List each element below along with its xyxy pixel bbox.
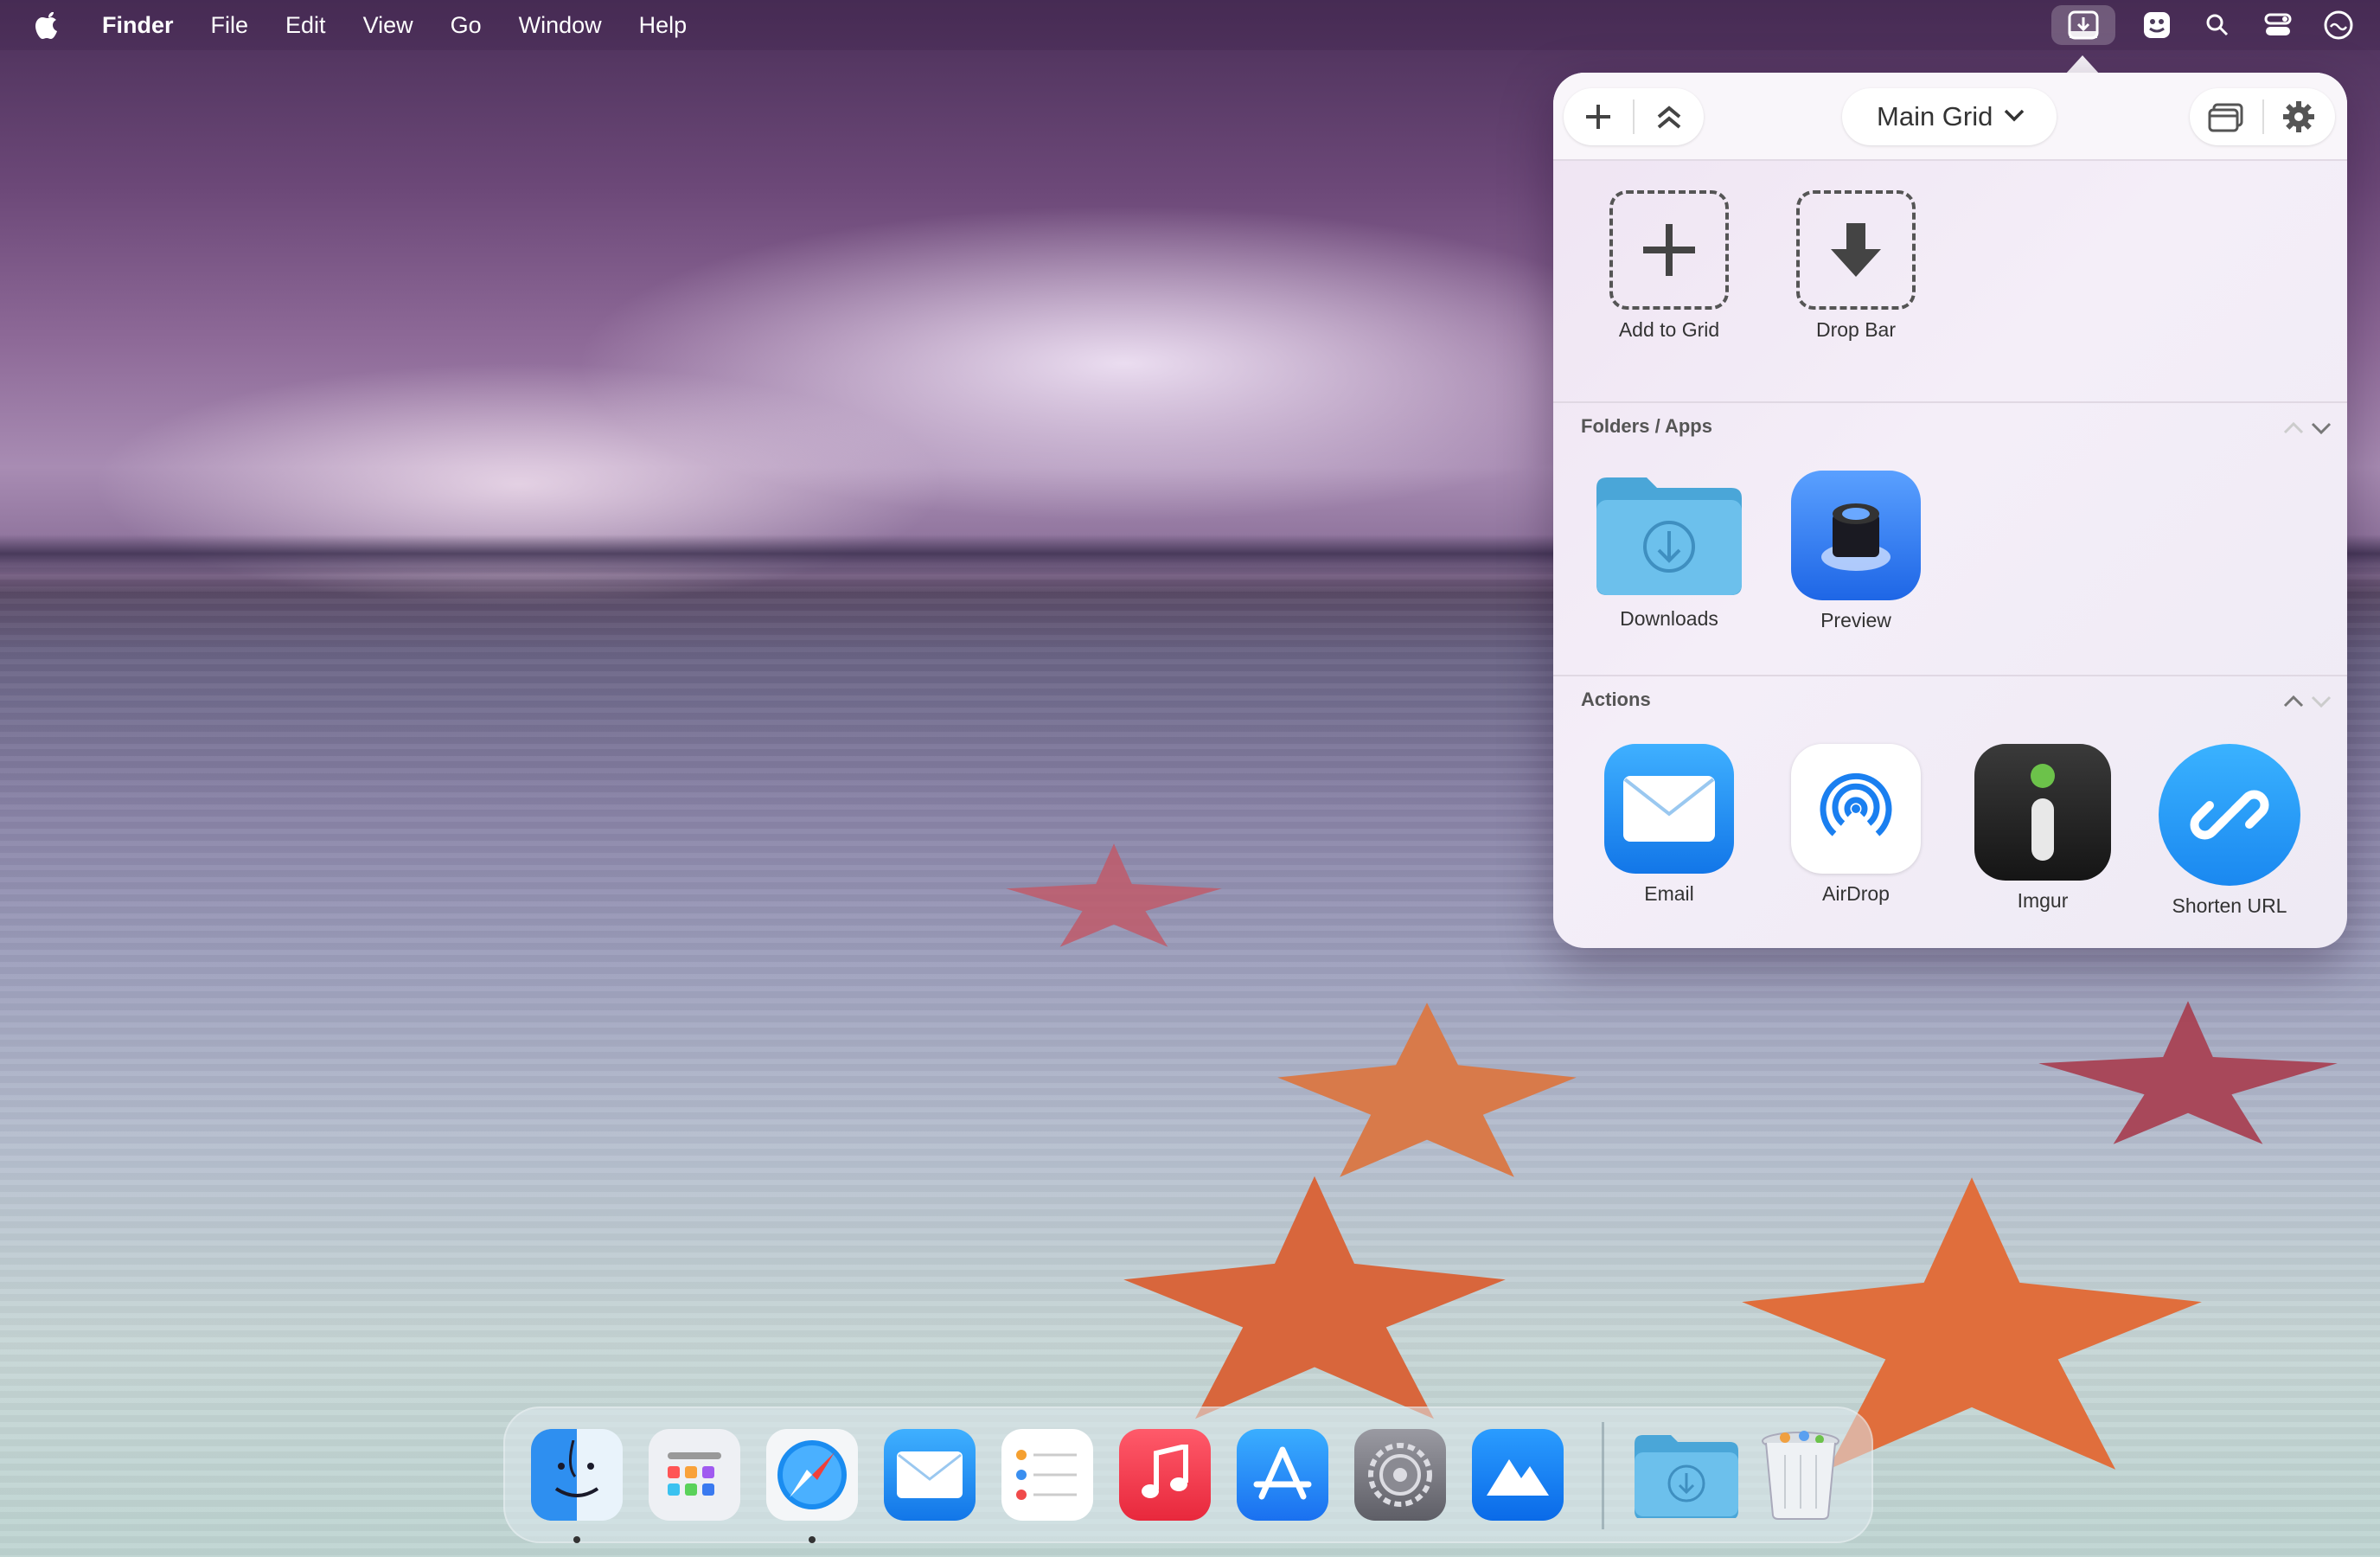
section-chevrons[interactable] <box>2281 417 2333 438</box>
preview-tile[interactable]: Preview <box>1769 471 1942 632</box>
section-title-actions: Actions <box>1581 689 1651 710</box>
tile-label: Drop Bar <box>1815 318 1897 341</box>
menu-help[interactable]: Help <box>639 0 688 50</box>
status-menu-extras <box>2051 0 2380 50</box>
launchpad-icon[interactable] <box>649 1429 740 1521</box>
tile-label: Imgur <box>2017 889 2069 912</box>
app-store-icon[interactable] <box>1237 1429 1328 1521</box>
dropzone-panel: Main Grid Add to Grid Drop Bar Folders /… <box>1553 73 2347 948</box>
safari-icon[interactable] <box>766 1429 858 1521</box>
apple-menu-icon[interactable] <box>35 10 61 40</box>
preview-app-icon <box>1791 471 1921 600</box>
system-settings-icon[interactable] <box>1354 1429 1446 1521</box>
menu-view[interactable]: View <box>363 0 413 50</box>
dropzone-icon[interactable] <box>2051 5 2115 45</box>
tile-label: Email <box>1644 882 1694 905</box>
dock-separator <box>1602 1422 1604 1529</box>
link-icon <box>2159 744 2300 886</box>
search-icon[interactable] <box>2198 6 2236 44</box>
downloads-folder-icon[interactable] <box>1633 1429 1740 1521</box>
toolbar-right-group <box>2190 88 2335 145</box>
siri-icon[interactable] <box>2319 6 2358 44</box>
starfish <box>1277 1003 1577 1177</box>
section-divider <box>1553 401 2347 403</box>
section-chevrons[interactable] <box>2281 690 2333 711</box>
menu-go[interactable]: Go <box>451 0 482 50</box>
airdrop-action-tile[interactable]: AirDrop <box>1769 744 1942 906</box>
tile-label: AirDrop <box>1822 882 1890 905</box>
mail-icon[interactable] <box>884 1429 976 1521</box>
menu-window[interactable]: Window <box>519 0 602 50</box>
downloads-tile[interactable]: Downloads <box>1583 471 1756 631</box>
popover-caret <box>2065 55 2100 74</box>
music-icon[interactable] <box>1119 1429 1211 1521</box>
running-indicator <box>573 1536 580 1543</box>
chevron-down-icon <box>2003 107 2025 127</box>
section-title-folders: Folders / Apps <box>1581 415 1712 437</box>
tile-label: Preview <box>1820 609 1891 631</box>
add-icon <box>1609 190 1729 310</box>
collapse-all-icon[interactable] <box>1635 88 1704 145</box>
menu-edit[interactable]: Edit <box>285 0 326 50</box>
running-indicator <box>809 1536 816 1543</box>
windows-icon[interactable] <box>2190 88 2262 145</box>
downloads-folder-icon <box>1593 471 1745 599</box>
imgur-icon <box>1974 744 2111 881</box>
tile-label: Add to Grid <box>1618 318 1720 341</box>
menu-app-name[interactable]: Finder <box>102 0 174 50</box>
mail-icon <box>1604 744 1734 874</box>
toolbar-left-group <box>1564 88 1704 145</box>
panel-toolbar: Main Grid <box>1553 73 2347 161</box>
shorten-url-action-tile[interactable]: Shorten URL <box>2143 744 2316 918</box>
tile-label: Downloads <box>1620 607 1718 630</box>
reminders-icon[interactable] <box>1001 1429 1093 1521</box>
download-arrow-icon <box>1796 190 1916 310</box>
altitude-icon[interactable] <box>1472 1429 1564 1521</box>
email-action-tile[interactable]: Email <box>1583 744 1756 906</box>
starfish <box>1006 843 1222 947</box>
tray-icon[interactable] <box>2138 6 2176 44</box>
grid-selector-label: Main Grid <box>1877 101 1993 131</box>
starfish <box>1123 1176 1506 1419</box>
control-center-icon[interactable] <box>2259 6 2297 44</box>
drop-bar-tile[interactable]: Drop Bar <box>1769 190 1942 342</box>
finder-icon[interactable] <box>531 1429 623 1521</box>
section-divider <box>1553 675 2347 676</box>
trash-icon[interactable] <box>1757 1429 1844 1521</box>
grid-selector[interactable]: Main Grid <box>1842 88 2057 145</box>
starfish <box>2038 1001 2338 1144</box>
airdrop-icon <box>1791 744 1921 874</box>
menu-bar: Finder File Edit View Go Window Help <box>0 0 2380 50</box>
menu-file[interactable]: File <box>211 0 249 50</box>
gear-icon[interactable] <box>2264 88 2333 145</box>
tile-label: Shorten URL <box>2172 894 2287 917</box>
imgur-action-tile[interactable]: Imgur <box>1956 744 2129 913</box>
plus-icon[interactable] <box>1564 88 1633 145</box>
add-to-grid-tile[interactable]: Add to Grid <box>1583 190 1756 342</box>
